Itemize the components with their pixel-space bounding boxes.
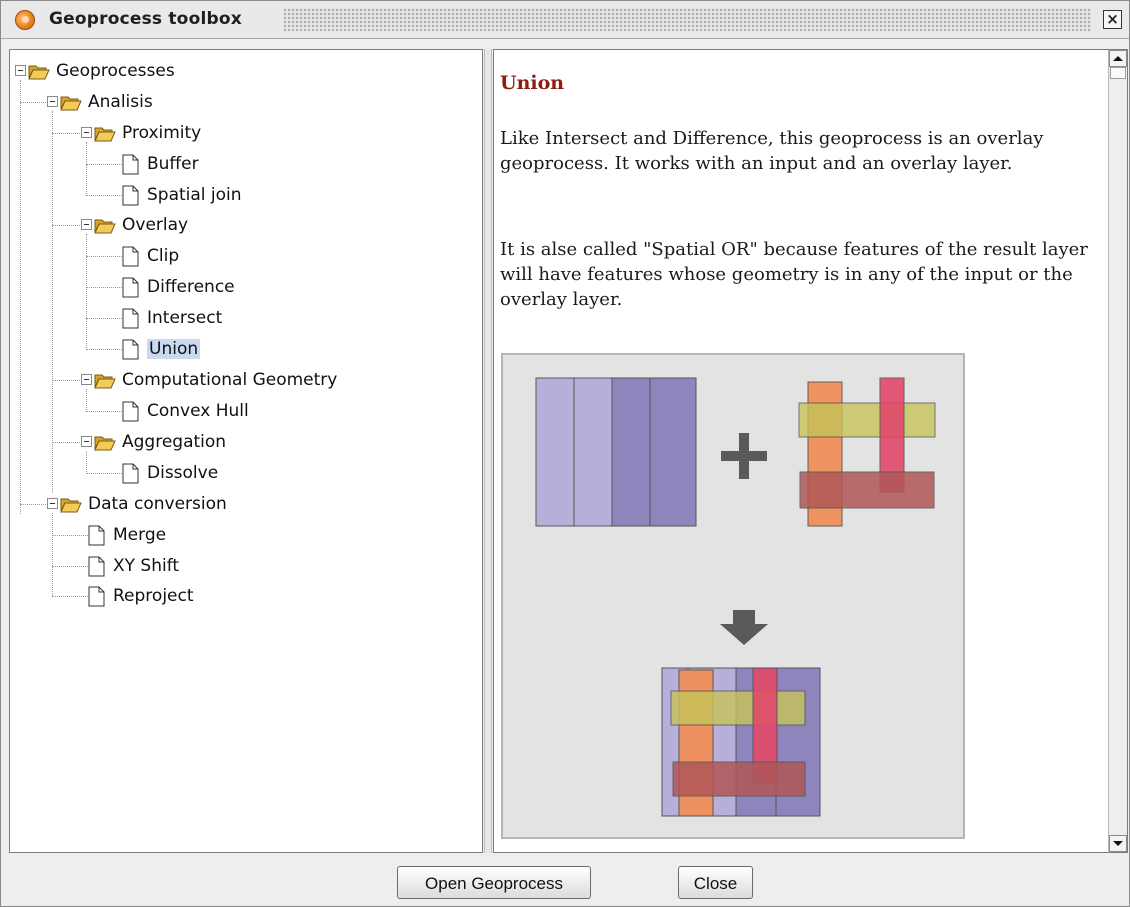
tree-node-data-conversion[interactable]: Data conversion xyxy=(60,491,227,517)
tree-node-label: Merge xyxy=(113,525,167,545)
split-pane-divider[interactable] xyxy=(484,49,492,853)
collapse-toggle-aggregation[interactable] xyxy=(81,436,92,447)
tree-leaf-xy-shift[interactable]: XY Shift xyxy=(88,553,179,579)
tree-node-label: Buffer xyxy=(147,154,199,174)
tree-node-label: Reproject xyxy=(113,586,194,606)
window-title: Geoprocess toolbox xyxy=(49,9,242,29)
tree-node-label: Computational Geometry xyxy=(122,370,338,390)
title-grip xyxy=(283,8,1091,31)
help-title: Union xyxy=(500,72,565,94)
plus-icon xyxy=(721,433,767,479)
tree-leaf-reproject[interactable]: Reproject xyxy=(88,583,194,609)
collapse-toggle-data-conversion[interactable] xyxy=(47,498,58,509)
open-folder-icon xyxy=(94,374,116,388)
help-panel: Union Like Intersect and Difference, thi… xyxy=(493,49,1128,853)
tree-node-label: Overlay xyxy=(122,215,189,235)
document-icon xyxy=(122,308,139,328)
title-bar[interactable]: Geoprocess toolbox × xyxy=(1,1,1129,39)
scroll-down-button[interactable] xyxy=(1109,835,1127,852)
open-folder-icon xyxy=(94,436,116,450)
open-geoprocess-button[interactable]: Open Geoprocess xyxy=(397,866,591,899)
help-paragraph-1: Like Intersect and Difference, this geop… xyxy=(500,128,1044,174)
tree-leaf-spatial-join[interactable]: Spatial join xyxy=(122,182,242,208)
document-icon xyxy=(122,246,139,266)
arrow-down-icon xyxy=(1113,841,1123,846)
close-window-icon[interactable]: × xyxy=(1103,10,1122,29)
open-folder-icon xyxy=(94,127,116,141)
collapse-toggle-geoprocesses[interactable] xyxy=(15,65,26,76)
open-folder-icon xyxy=(60,498,82,512)
open-folder-icon xyxy=(94,219,116,233)
tree-node-label: XY Shift xyxy=(113,556,180,576)
vertical-scrollbar[interactable] xyxy=(1108,50,1127,852)
collapse-toggle-overlay[interactable] xyxy=(81,219,92,230)
union-diagram xyxy=(501,353,965,839)
down-arrow-icon xyxy=(720,610,768,645)
arrow-up-icon xyxy=(1113,56,1123,61)
scroll-thumb[interactable] xyxy=(1110,67,1126,79)
tree-node-label: Clip xyxy=(147,246,180,266)
tree-node-label: Spatial join xyxy=(147,185,242,205)
document-icon xyxy=(122,277,139,297)
tree-node-overlay[interactable]: Overlay xyxy=(94,212,188,238)
tree-node-label-selected: Union xyxy=(147,339,201,359)
document-icon xyxy=(88,556,105,576)
collapse-toggle-computational-geometry[interactable] xyxy=(81,374,92,385)
tree-node-proximity[interactable]: Proximity xyxy=(94,120,201,146)
document-icon xyxy=(122,339,139,359)
tree-node-label: Geoprocesses xyxy=(56,61,175,81)
tree-node-label: Convex Hull xyxy=(147,401,249,421)
collapse-toggle-proximity[interactable] xyxy=(81,127,92,138)
tree-node-label: Dissolve xyxy=(147,463,219,483)
tree-node-label: Proximity xyxy=(122,123,202,143)
union-result-graphic xyxy=(661,667,821,817)
tree-node-label: Data conversion xyxy=(88,494,227,514)
close-button[interactable]: Close xyxy=(678,866,753,899)
tree-leaf-intersect[interactable]: Intersect xyxy=(122,305,222,331)
tree-node-analisis[interactable]: Analisis xyxy=(60,89,153,115)
tree-leaf-merge[interactable]: Merge xyxy=(88,522,166,548)
document-icon xyxy=(122,401,139,421)
tree-leaf-buffer[interactable]: Buffer xyxy=(122,151,199,177)
document-icon xyxy=(88,586,105,606)
app-logo-icon xyxy=(15,10,35,30)
scroll-up-button[interactable] xyxy=(1109,50,1127,67)
geoprocess-tree: Geoprocesses Analisis Proximity Buffer S… xyxy=(9,49,483,853)
help-paragraph-2: It is alse called "Spatial OR" because f… xyxy=(500,239,1088,310)
tree-leaf-dissolve[interactable]: Dissolve xyxy=(122,460,218,486)
overlay-layer-graphic xyxy=(798,377,936,527)
tree-node-label: Analisis xyxy=(88,92,153,112)
tree-node-computational-geometry[interactable]: Computational Geometry xyxy=(94,367,337,393)
document-icon xyxy=(122,154,139,174)
tree-leaf-union[interactable]: Union xyxy=(122,336,201,362)
tree-leaf-clip[interactable]: Clip xyxy=(122,243,179,269)
open-folder-icon xyxy=(28,65,50,79)
tree-leaf-convex-hull[interactable]: Convex Hull xyxy=(122,398,249,424)
tree-node-label: Difference xyxy=(147,277,235,297)
input-layer-graphic xyxy=(535,377,697,527)
document-icon xyxy=(122,463,139,483)
document-icon xyxy=(88,525,105,545)
tree-node-label: Aggregation xyxy=(122,432,227,452)
tree-node-aggregation[interactable]: Aggregation xyxy=(94,429,226,455)
tree-leaf-difference[interactable]: Difference xyxy=(122,274,235,300)
tree-node-label: Intersect xyxy=(147,308,223,328)
collapse-toggle-analisis[interactable] xyxy=(47,96,58,107)
tree-node-geoprocesses[interactable]: Geoprocesses xyxy=(28,58,175,84)
open-folder-icon xyxy=(60,96,82,110)
document-icon xyxy=(122,185,139,205)
